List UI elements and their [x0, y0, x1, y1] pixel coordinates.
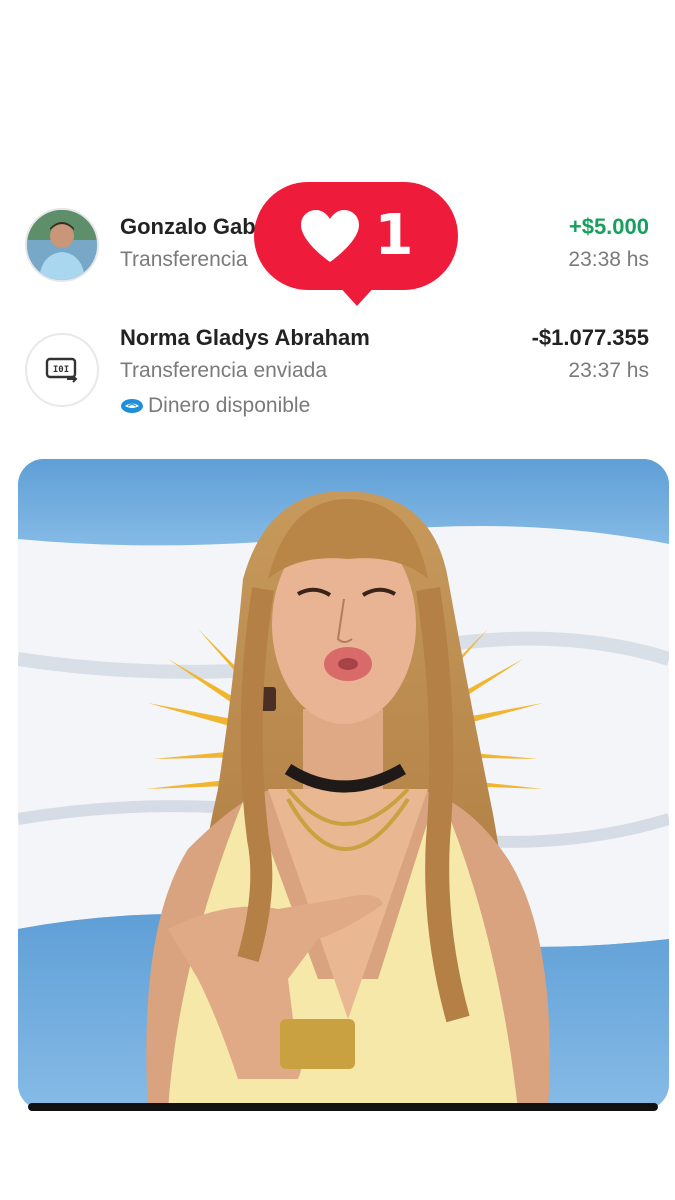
like-count: 1: [374, 203, 414, 268]
transaction-name: Gonzalo Gab: [120, 214, 256, 239]
like-bubble-tail: [337, 284, 377, 306]
transaction-amount: +$5.000: [568, 214, 649, 239]
transfer-icon: I0I: [45, 357, 78, 383]
shared-photo[interactable]: [18, 459, 669, 1110]
transaction-type: Transferencia enviada: [120, 359, 328, 382]
avatar: [25, 208, 99, 282]
profile-photo-icon: [27, 210, 97, 280]
transaction-time: 23:38 hs: [568, 248, 649, 271]
divider: [28, 1103, 658, 1111]
argentina-flag-portrait-image: [18, 459, 669, 1110]
transaction-time: 23:37 hs: [568, 359, 649, 382]
handshake-icon: [121, 399, 143, 413]
transaction-name: Norma Gladys Abraham: [120, 325, 370, 350]
available-money-note: Dinero disponible: [120, 394, 310, 418]
heart-icon: [300, 210, 359, 262]
transaction-type: Transferencia: [120, 248, 248, 271]
transaction-amount: -$1.077.355: [531, 325, 649, 350]
available-money-label: Dinero disponible: [148, 394, 311, 417]
avatar: I0I: [25, 333, 99, 407]
svg-text:I0I: I0I: [53, 365, 69, 375]
like-notification[interactable]: 1: [254, 182, 458, 290]
